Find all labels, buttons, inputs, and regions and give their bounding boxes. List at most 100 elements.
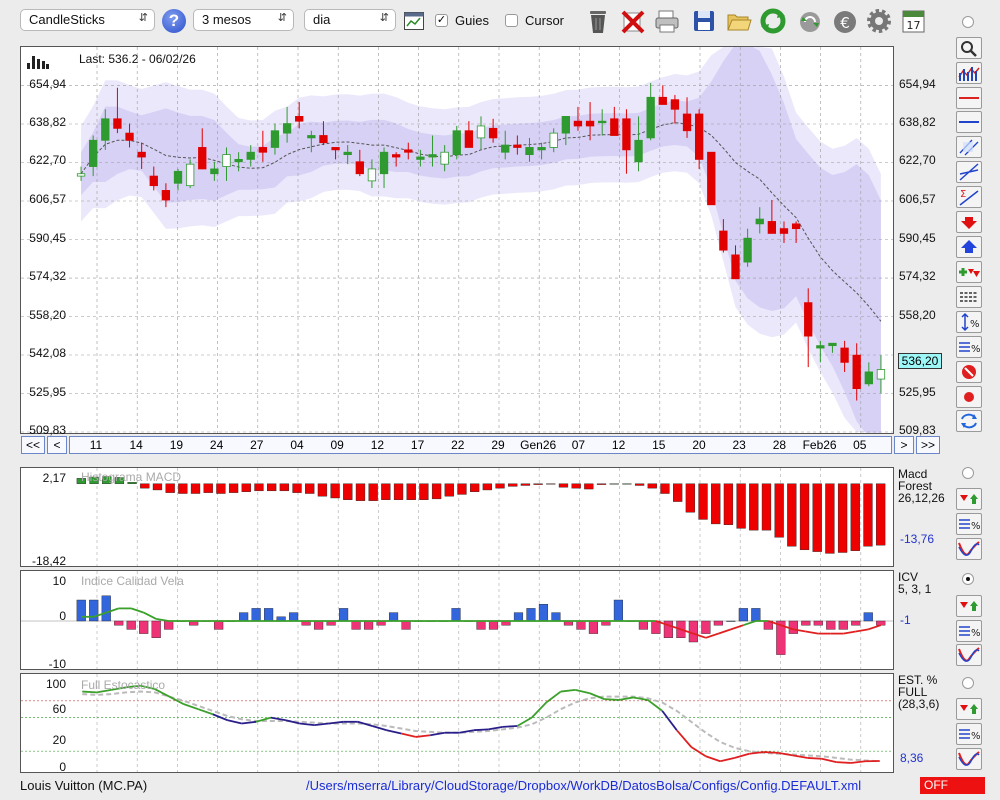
candle-body	[149, 175, 158, 187]
trendline-tool-button[interactable]	[956, 161, 982, 183]
chart-type-select[interactable]: CandleSticks ⇵	[20, 9, 155, 31]
macd-signals-button[interactable]	[956, 488, 982, 510]
swap-button[interactable]	[956, 410, 982, 432]
record-button[interactable]	[956, 386, 982, 408]
percent-lines-button[interactable]: %	[956, 336, 982, 358]
stoch-curve-button[interactable]	[956, 748, 982, 770]
cursor-checkbox[interactable]	[505, 14, 518, 27]
icv-signal-line-segment	[805, 630, 819, 635]
candle-doji	[428, 154, 437, 158]
nav-next-button[interactable]: >	[894, 436, 914, 454]
macd-curve-button[interactable]	[956, 538, 982, 560]
icv-panel-radio[interactable]	[962, 573, 974, 585]
buy-arrow-button[interactable]	[956, 236, 982, 258]
price-tick-left: 606,57	[29, 192, 66, 206]
fibonacci-tool-button[interactable]: Σ	[956, 186, 982, 208]
icv-bar	[526, 608, 536, 622]
icv-bar	[76, 599, 86, 622]
percent-range-button[interactable]: %	[956, 311, 982, 333]
nav-prev-button[interactable]: <	[47, 436, 67, 454]
trendline-icon	[959, 163, 979, 181]
add-signals-icon	[959, 268, 980, 277]
help-icon: ?	[168, 11, 180, 30]
clear-button[interactable]	[956, 361, 982, 383]
macd-bar	[140, 483, 150, 489]
add-signal-button[interactable]	[956, 261, 982, 283]
current-price-value: 536,20	[901, 354, 939, 368]
radio-selected-dot	[966, 577, 970, 581]
candle-body	[198, 147, 207, 170]
main-panel-radio[interactable]	[962, 16, 974, 28]
config-path-link[interactable]: /Users/mserra/Library/CloudStorage/Dropb…	[306, 778, 861, 793]
stoch-k-line-segment	[661, 710, 678, 731]
candle-doji	[258, 147, 268, 153]
nav-last-button[interactable]: >>	[916, 436, 940, 454]
zoom-button[interactable]	[956, 37, 982, 59]
macd-bar	[508, 483, 518, 487]
percent-lines-icon: %	[959, 519, 981, 532]
trash-icon[interactable]	[586, 7, 610, 35]
macd-panel-radio[interactable]	[962, 467, 974, 479]
open-folder-icon[interactable]	[726, 7, 752, 35]
period-select[interactable]: 3 mesos ⇵	[193, 9, 294, 31]
calendar-icon[interactable]: 17	[902, 7, 926, 35]
candle-body	[864, 371, 873, 385]
icv-curve-button[interactable]	[956, 644, 982, 666]
price-chart[interactable]	[21, 47, 894, 434]
stoch-percent-lines-button[interactable]: %	[956, 723, 982, 745]
price-tick-right: 622,70	[899, 153, 936, 168]
icv-bar	[826, 620, 836, 630]
icv-bar	[726, 620, 736, 622]
icv-tick-zero: 0	[59, 609, 66, 623]
macd-current-value: -13,76	[900, 532, 935, 546]
macd-bar	[634, 483, 645, 486]
gear-icon[interactable]	[865, 7, 891, 35]
price-chart-panel[interactable]: Last: 536.2 - 06/02/26	[20, 46, 894, 434]
stoch-k-line-segment	[850, 760, 866, 764]
off-toggle[interactable]: OFF	[920, 777, 985, 794]
candle-doji	[755, 218, 764, 225]
stoch-tick-100: 100	[45, 677, 66, 691]
interval-select[interactable]: dia ⇵	[304, 9, 396, 31]
icv-panel[interactable]: Indice Calidad Vela	[20, 570, 894, 670]
channel-tool-button[interactable]	[956, 136, 982, 158]
print-icon[interactable]	[654, 7, 679, 35]
help-button[interactable]: ?	[162, 9, 186, 33]
icv-current-value: -1	[900, 613, 911, 627]
grid-lines-button[interactable]	[956, 286, 982, 308]
macd-bar	[279, 483, 289, 492]
euro-icon[interactable]: €	[832, 7, 856, 35]
stoch-k-line-segment	[763, 751, 779, 754]
stochastic-panel[interactable]: Full Estocastico	[20, 673, 894, 773]
stoch-signals-button[interactable]	[956, 698, 982, 720]
stoch-k-line-segment	[488, 725, 503, 731]
macd-bar	[292, 483, 302, 493]
guides-checkbox[interactable]: ✓	[435, 14, 448, 27]
icv-bar	[451, 608, 461, 622]
nav-first-button[interactable]: <<	[21, 436, 45, 454]
candle-doji	[828, 342, 837, 347]
macd-panel[interactable]: Histograma MACD	[20, 467, 894, 567]
chart-settings-icon[interactable]	[404, 12, 424, 30]
macd-percent-lines-button[interactable]: %	[956, 513, 982, 535]
delete-icon[interactable]	[620, 7, 645, 35]
blue-horizontal-line-button[interactable]	[956, 111, 982, 133]
candle-body	[525, 147, 534, 156]
period-value: 3 mesos	[202, 12, 252, 27]
sync-icon[interactable]	[797, 7, 821, 35]
sigma-trend-icon: Σ	[959, 189, 979, 206]
sell-arrow-button[interactable]	[956, 211, 982, 233]
price-tick-left: 654,94	[29, 76, 66, 91]
refresh-icon[interactable]	[760, 7, 786, 35]
save-icon[interactable]	[693, 7, 717, 35]
candle-body	[622, 118, 631, 151]
candle-body	[113, 118, 122, 129]
icv-bar	[788, 620, 798, 634]
icv-signals-button[interactable]	[956, 595, 982, 617]
overlay-indicator-button[interactable]	[956, 62, 982, 84]
stoch-k-line-segment	[633, 696, 648, 701]
icv-percent-lines-button[interactable]: %	[956, 620, 982, 642]
stoch-panel-radio[interactable]	[962, 677, 974, 689]
candle-body	[89, 139, 98, 167]
red-horizontal-line-button[interactable]	[956, 87, 982, 109]
